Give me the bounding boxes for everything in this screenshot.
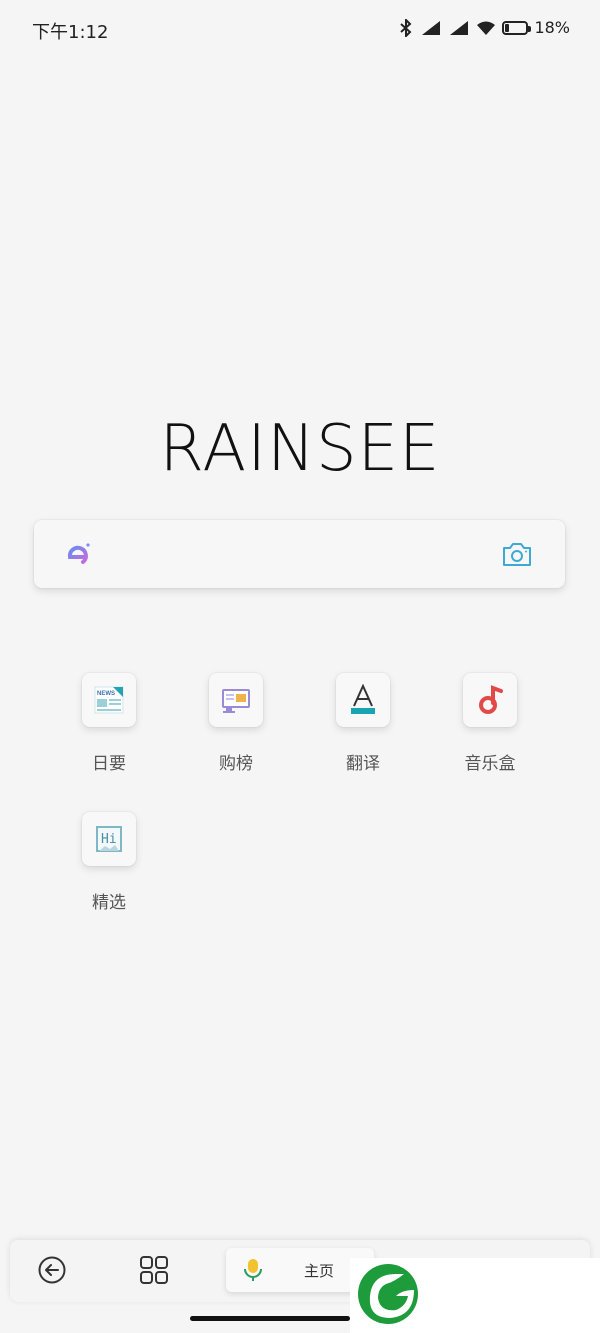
shortcut-label: 音乐盒 [464, 754, 516, 774]
grid-icon [140, 1256, 168, 1284]
back-arrow-icon [38, 1256, 66, 1284]
shortcut-label: 购榜 [219, 754, 253, 774]
battery-percent: 18% [534, 18, 570, 37]
signal-icon [422, 20, 441, 35]
battery-icon [502, 20, 532, 35]
wifi-icon [477, 21, 496, 35]
back-button[interactable] [36, 1254, 68, 1286]
svg-text:Hi: Hi [101, 832, 117, 847]
search-bar[interactable] [34, 520, 565, 588]
music-note-icon [463, 673, 517, 727]
signal-icon [450, 20, 469, 35]
browser-logo: RAINSEE [159, 412, 441, 486]
translate-icon [336, 673, 390, 727]
apps-grid-button[interactable] [138, 1254, 170, 1286]
shortcut-music-box[interactable]: 音乐盒 [435, 673, 545, 774]
home-label: 主页 [304, 1262, 335, 1280]
mic-icon[interactable] [242, 1258, 264, 1282]
news-icon: NEWS [82, 673, 136, 727]
bluetooth-icon [400, 18, 412, 37]
shortcut-daily-news[interactable]: NEWS 日要 [54, 673, 164, 774]
shopping-rank-icon [209, 673, 263, 727]
shortcut-label: 翻译 [346, 754, 380, 774]
shortcut-featured[interactable]: Hi 精选 [54, 812, 164, 913]
camera-icon[interactable] [501, 540, 533, 568]
clock: 下午1:12 [32, 22, 109, 43]
shortcut-shopping-rank[interactable]: 购榜 [181, 673, 291, 774]
shortcut-translate[interactable]: 翻译 [308, 673, 418, 774]
gesture-bar[interactable] [190, 1316, 350, 1321]
status-icons: 18% [398, 18, 570, 37]
leaf-logo-icon [358, 1264, 418, 1324]
shortcut-label: 精选 [92, 893, 126, 913]
svg-text:NEWS: NEWS [97, 691, 115, 697]
watermark [350, 1258, 600, 1333]
hi-featured-icon: Hi [82, 812, 136, 866]
shortcut-label: 日要 [92, 754, 126, 774]
status-bar: 下午1:12 18% [0, 0, 600, 58]
search-engine-icon[interactable] [62, 540, 92, 570]
